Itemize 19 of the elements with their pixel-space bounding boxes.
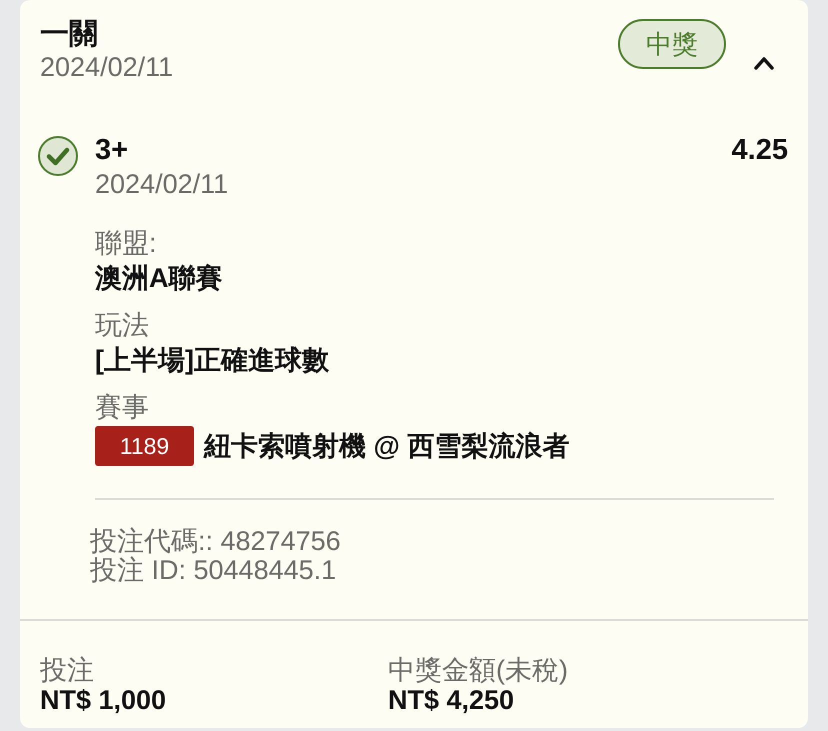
status-badge: 中獎 [618, 19, 726, 69]
field-label: 玩法 [95, 309, 150, 342]
summary-amount: NT$ 1,000 [40, 685, 168, 715]
field-label: 賽事 [95, 391, 150, 424]
field-label: 聯盟: [95, 227, 158, 260]
summary-label: 中獎金額(未稅) [388, 655, 569, 685]
field-value: 澳洲A聯賽 [95, 262, 224, 295]
selection-pick: 3+ [95, 133, 128, 167]
odds-value: 4.25 [732, 133, 788, 167]
summary-amount: NT$ 4,250 [388, 685, 516, 715]
ticket-date: 2024/02/11 [40, 51, 174, 84]
summary-label: 投注 [40, 655, 95, 685]
field-value: [上半場]正確進球數 [95, 344, 330, 377]
bet-reference: 投注 ID: 50448445.1 [90, 556, 338, 585]
match-number-badge: 1189 [95, 426, 194, 466]
bet-reference: 投注代碼:: 48274756 [90, 527, 342, 556]
ticket-title: 一關 [40, 18, 99, 50]
match-teams: 紐卡索噴射機 @ 西雪梨流浪者 [204, 430, 570, 462]
match-date: 2024/02/11 [95, 168, 230, 201]
